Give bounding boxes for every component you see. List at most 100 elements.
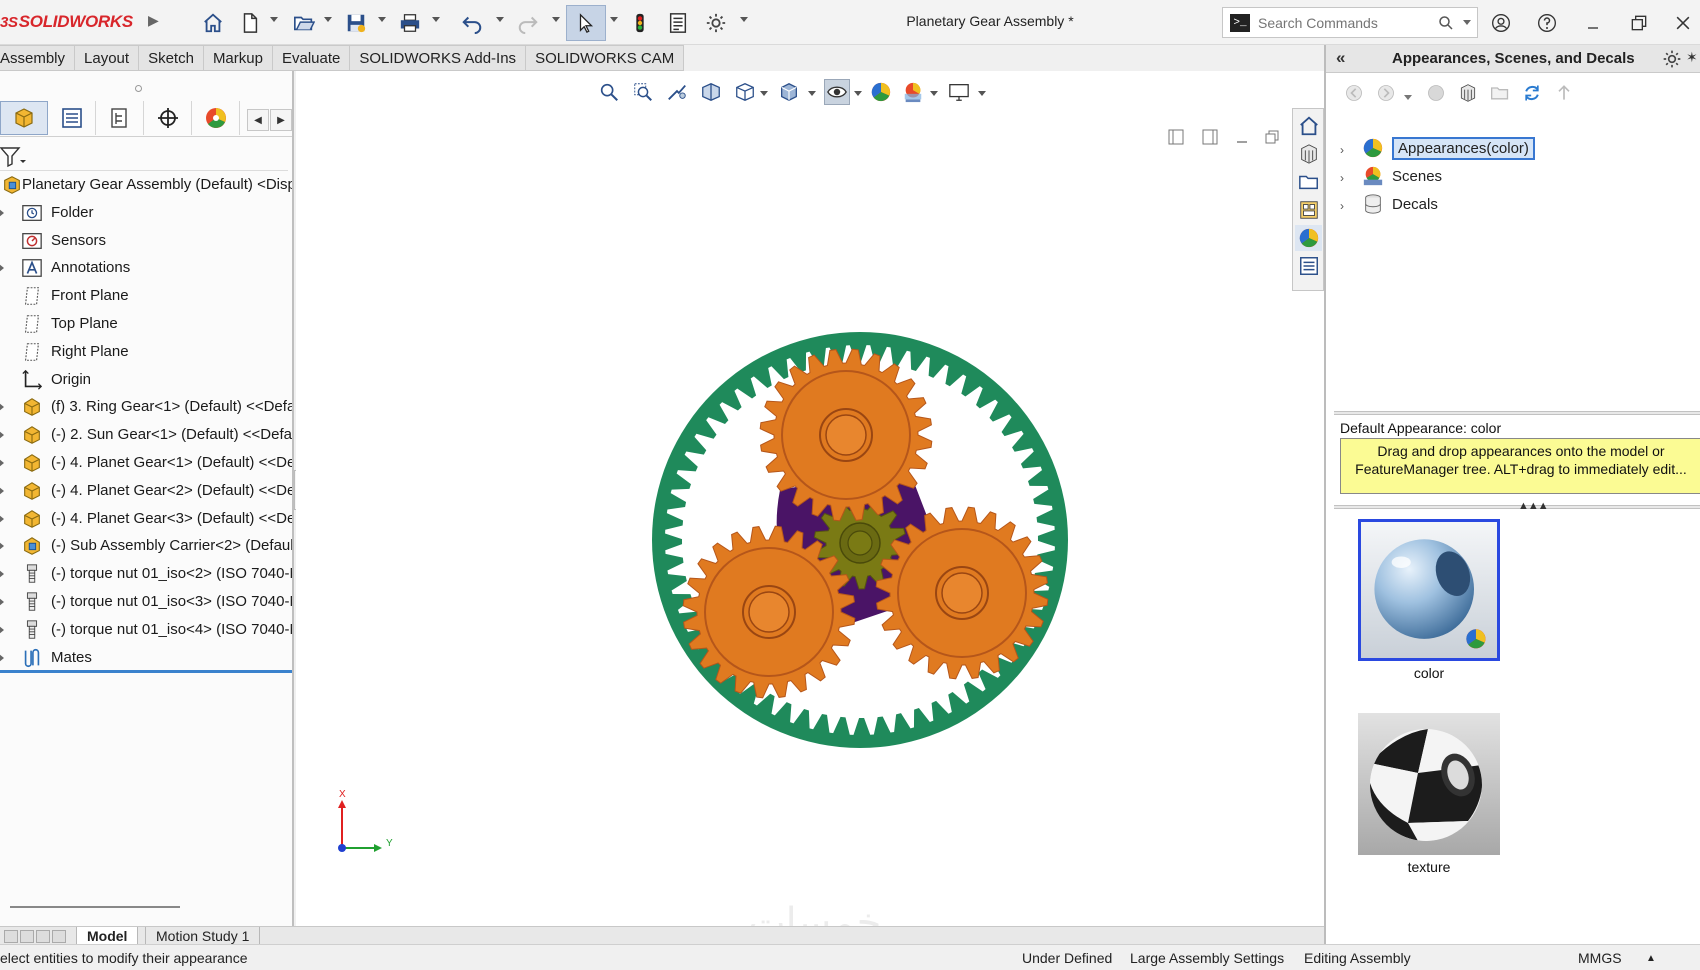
property-manager-tab[interactable]: [48, 101, 96, 135]
expand-arrow-icon[interactable]: ›: [1340, 143, 1350, 157]
tree-node-planet-gear-1[interactable]: (-) 4. Planet Gear<1> (Default) <<De: [0, 449, 292, 477]
dynamic-annotation-views-icon[interactable]: [732, 79, 758, 105]
expand-arrow-icon[interactable]: [0, 542, 4, 551]
open-dropdown-icon[interactable]: [324, 17, 332, 22]
display-style-dropdown-icon[interactable]: [808, 91, 816, 96]
appearances-scenes-tab[interactable]: [1295, 225, 1322, 251]
tab-sketch[interactable]: Sketch: [139, 45, 204, 71]
tab-assembly[interactable]: Assembly: [0, 45, 76, 71]
tab-first-icon[interactable]: [4, 930, 18, 943]
expand-arrow-icon[interactable]: [0, 570, 4, 579]
expand-arrow-icon[interactable]: ›: [1340, 199, 1350, 213]
hide-show-dropdown-icon[interactable]: [854, 91, 862, 96]
tree-root[interactable]: Planetary Gear Assembly (Default) <Disp: [0, 171, 292, 199]
solidworks-resources-tab[interactable]: [1295, 113, 1322, 139]
display-manager-tab[interactable]: [192, 101, 240, 135]
minimize-icon[interactable]: [1578, 9, 1608, 37]
zoom-to-fit-icon[interactable]: [596, 79, 622, 105]
search-icon[interactable]: [1437, 14, 1455, 32]
expand-arrow-icon[interactable]: [0, 653, 4, 662]
tree-node-folder[interactable]: Folder: [0, 199, 292, 227]
previous-view-icon[interactable]: [664, 79, 690, 105]
close-icon[interactable]: [1668, 9, 1698, 37]
expand-arrow-icon[interactable]: [0, 403, 4, 412]
user-account-icon[interactable]: [1486, 9, 1516, 37]
tree-node-front-plane[interactable]: Front Plane: [0, 282, 292, 310]
new-dropdown-icon[interactable]: [270, 17, 278, 22]
expand-arrow-icon[interactable]: [0, 208, 4, 217]
view-orientation-icon[interactable]: [776, 79, 802, 105]
select-button[interactable]: [566, 5, 606, 41]
collapse-panel-icon[interactable]: «: [1336, 48, 1345, 68]
tabs-scroll-right-icon[interactable]: ▶: [270, 109, 292, 131]
apply-scene-dropdown-icon[interactable]: [930, 91, 938, 96]
tabs-scroll-left-icon[interactable]: ◀: [247, 109, 269, 131]
save-dropdown-icon[interactable]: [378, 17, 386, 22]
tree-node-mates[interactable]: Mates: [0, 644, 292, 672]
rebuild-icon[interactable]: [626, 9, 654, 37]
expand-arrow-icon[interactable]: [0, 597, 4, 606]
tree-node-planet-gear-3[interactable]: (-) 4. Planet Gear<3> (Default) <<De: [0, 505, 292, 533]
custom-properties-tab[interactable]: [1295, 253, 1322, 279]
dimxpert-manager-tab[interactable]: [144, 101, 192, 135]
horizontal-scrollbar[interactable]: [10, 906, 180, 908]
design-library-icon[interactable]: [1456, 81, 1480, 105]
apply-scene-icon[interactable]: [900, 79, 926, 105]
view-orientation-dropdown-icon[interactable]: [760, 91, 768, 96]
new-document-icon[interactable]: [236, 9, 264, 37]
expand-arrow-icon[interactable]: [0, 486, 4, 495]
tab-model[interactable]: Model: [76, 927, 139, 945]
redo-dropdown-icon[interactable]: [552, 17, 560, 22]
expand-arrow-icon[interactable]: [0, 458, 4, 467]
expand-arrow-icon[interactable]: [0, 431, 4, 440]
file-properties-icon[interactable]: [664, 9, 692, 37]
select-dropdown-icon[interactable]: [610, 17, 618, 22]
tree-filter-bar[interactable]: [0, 141, 288, 171]
tab-markup[interactable]: Markup: [203, 45, 273, 71]
open-icon[interactable]: [290, 9, 318, 37]
tab-solidworks-cam[interactable]: SOLIDWORKS CAM: [526, 45, 685, 71]
history-dropdown-icon[interactable]: [1404, 95, 1412, 100]
zoom-to-area-icon[interactable]: [630, 79, 656, 105]
add-to-library-icon[interactable]: [1424, 81, 1448, 105]
viewport-minimize-icon[interactable]: [1232, 127, 1252, 147]
tab-motion-study-1[interactable]: Motion Study 1: [145, 927, 261, 945]
tab-solidworks-addins[interactable]: SOLIDWORKS Add-Ins: [350, 45, 527, 71]
tree-node-sub-assembly-carrier[interactable]: (-) Sub Assembly Carrier<2> (Defaul: [0, 532, 292, 560]
tree-node-annotations[interactable]: Annotations: [0, 254, 292, 282]
options-icon[interactable]: [702, 9, 730, 37]
tree-node-sensors[interactable]: Sensors: [0, 227, 292, 255]
units-dropdown-icon[interactable]: ▲: [1646, 953, 1656, 964]
view-right-icon[interactable]: [1200, 127, 1220, 147]
tab-prev-icon[interactable]: [20, 930, 34, 943]
section-view-icon[interactable]: [698, 79, 724, 105]
appearances-node[interactable]: › Appearances(color): [1340, 135, 1640, 161]
tree-node-ring-gear[interactable]: (f) 3. Ring Gear<1> (Default) <<Defa: [0, 393, 292, 421]
tab-last-icon[interactable]: [52, 930, 66, 943]
task-pane-options-icon[interactable]: [1662, 49, 1682, 69]
tree-node-torque-nut-3[interactable]: (-) torque nut 01_iso<3> (ISO 7040-N: [0, 588, 292, 616]
refresh-icon[interactable]: [1520, 81, 1544, 105]
print-dropdown-icon[interactable]: [432, 17, 440, 22]
expand-arrow-icon[interactable]: [0, 264, 4, 273]
tab-layout[interactable]: Layout: [75, 45, 140, 71]
file-explorer-tab[interactable]: [1295, 169, 1322, 195]
planetary-gear-model[interactable]: [620, 300, 1100, 780]
panel-splitter-lower[interactable]: ▲▲▲: [1334, 500, 1700, 512]
search-input[interactable]: [1258, 14, 1438, 31]
view-settings-dropdown-icon[interactable]: [978, 91, 986, 96]
redo-icon[interactable]: [514, 9, 542, 37]
view-palette-tab[interactable]: [1295, 197, 1322, 223]
tree-node-top-plane[interactable]: Top Plane: [0, 310, 292, 338]
swatch-color[interactable]: color: [1358, 519, 1500, 681]
expand-arrow-icon[interactable]: [0, 514, 4, 523]
print-icon[interactable]: [396, 9, 424, 37]
save-icon[interactable]: [342, 9, 370, 37]
tab-next-icon[interactable]: [36, 930, 50, 943]
home-icon[interactable]: [199, 9, 227, 37]
decals-node[interactable]: › Decals: [1340, 191, 1640, 217]
view-settings-icon[interactable]: [946, 79, 972, 105]
feature-manager-tree-tab[interactable]: [0, 101, 48, 135]
viewport-restore-icon[interactable]: [1262, 127, 1282, 147]
undo-dropdown-icon[interactable]: [496, 17, 504, 22]
